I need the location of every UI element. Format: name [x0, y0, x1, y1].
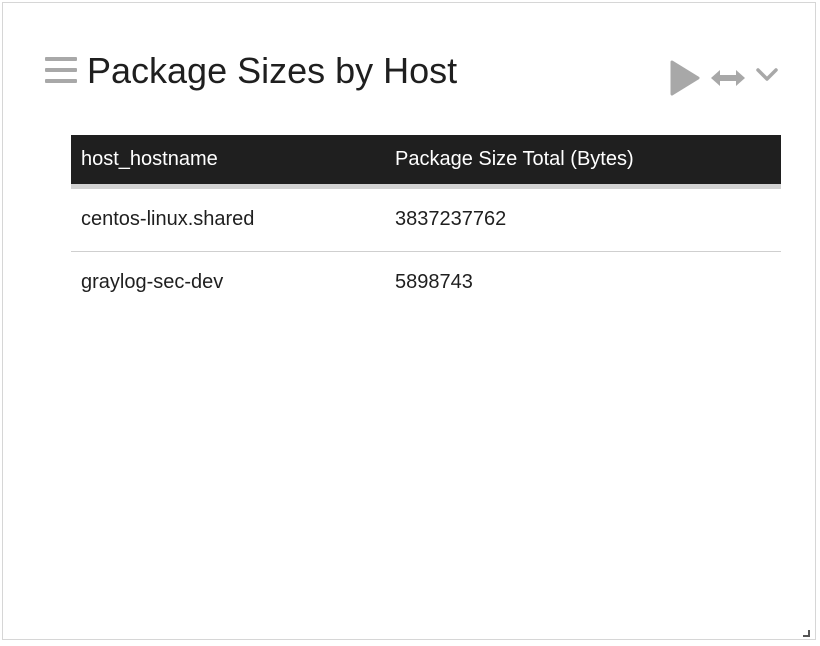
widget-actions [669, 59, 779, 99]
horizontal-arrows-icon[interactable] [709, 68, 747, 93]
column-header-host[interactable]: host_hostname [71, 135, 385, 189]
column-header-size[interactable]: Package Size Total (Bytes) [385, 135, 781, 189]
cell-hostname: graylog-sec-dev [81, 271, 224, 293]
widget-title: Package Sizes by Host [87, 50, 458, 91]
data-table: host_hostname Package Size Total (Bytes)… [71, 135, 781, 314]
table-row: graylog-sec-dev 5898743 [71, 251, 781, 314]
chevron-down-icon[interactable] [755, 67, 779, 88]
cell-size: 5898743 [395, 271, 473, 293]
table-row: centos-linux.shared 3837237762 [71, 186, 781, 252]
table-header-row: host_hostname Package Size Total (Bytes) [71, 135, 781, 189]
play-icon[interactable] [669, 59, 701, 102]
cell-hostname: centos-linux.shared [71, 186, 385, 252]
cell-size: 3837237762 [385, 186, 781, 252]
hamburger-icon[interactable] [45, 57, 77, 87]
resize-handle-icon[interactable] [801, 625, 811, 637]
widget-panel: Package Sizes by Host host_hostname Pack… [2, 2, 816, 640]
